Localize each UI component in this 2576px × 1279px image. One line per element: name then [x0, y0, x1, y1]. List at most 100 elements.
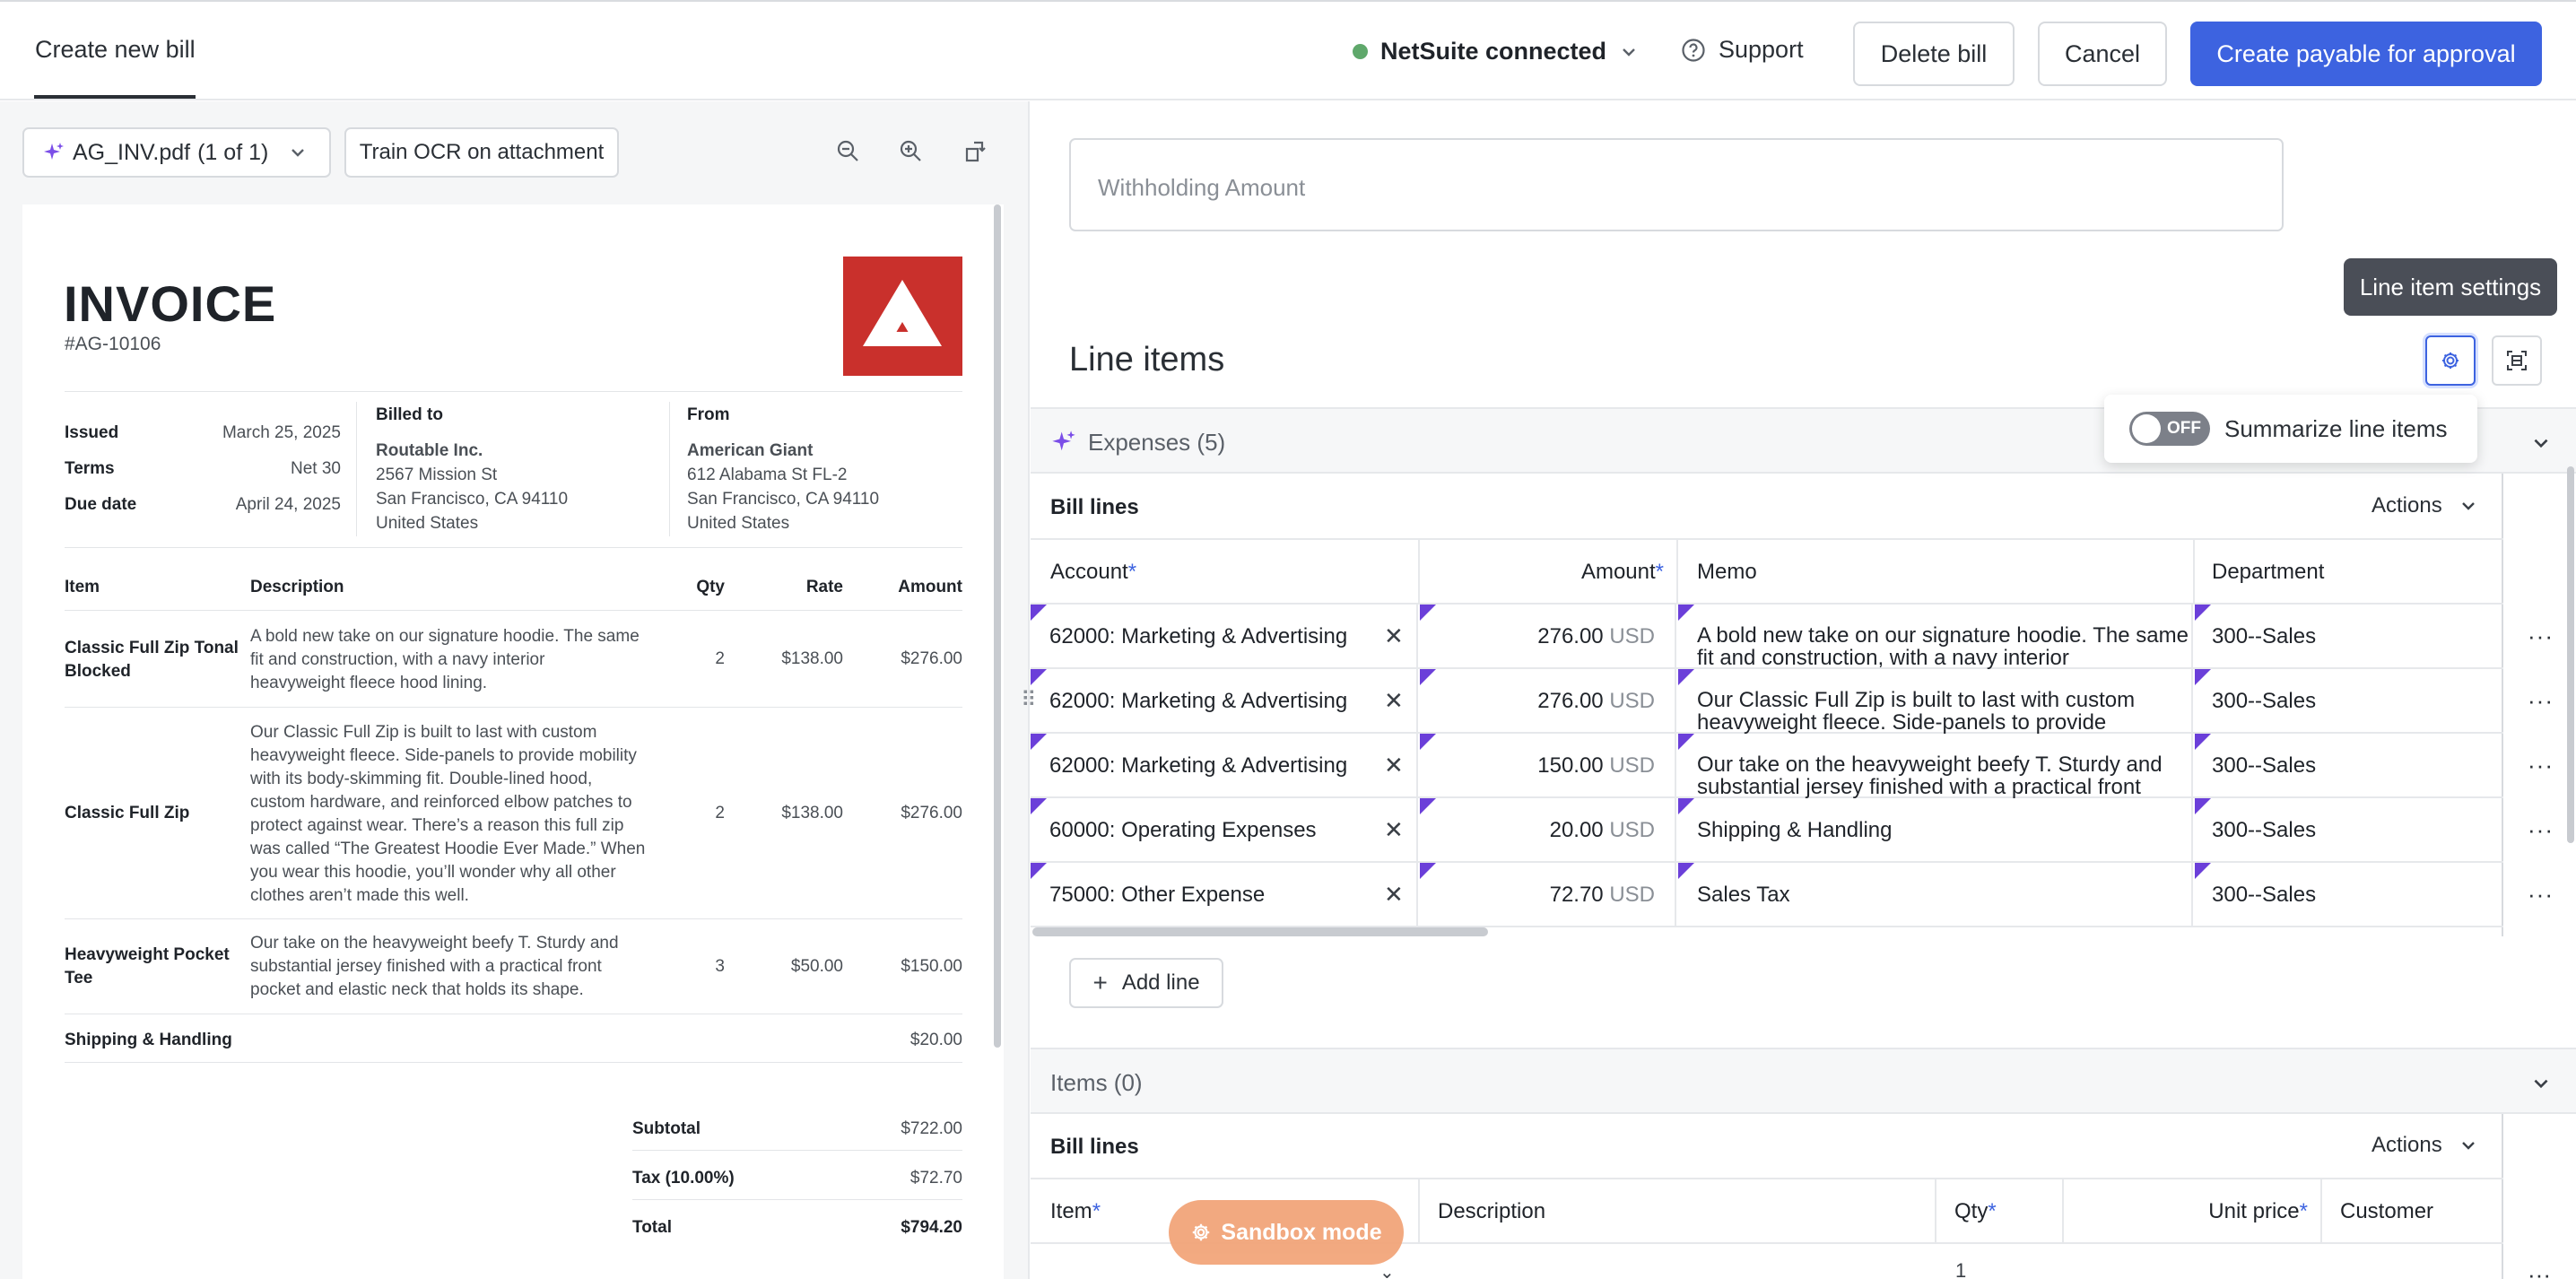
drag-handle-icon[interactable]: ⠿: [1021, 687, 1037, 713]
summarize-popover: OFF Summarize line items: [2104, 395, 2477, 463]
subtotal-value: $722.00: [901, 1119, 962, 1138]
department-cell[interactable]: 300--Sales: [2195, 605, 2503, 669]
amount-cell[interactable]: 276.00 USD: [1420, 669, 1676, 734]
expense-row[interactable]: 62000: Marketing & Advertising ✕ 276.00 U…: [1031, 669, 2503, 734]
account-cell[interactable]: 62000: Marketing & Advertising ✕: [1031, 605, 1418, 669]
zoom-out-icon[interactable]: [835, 138, 862, 165]
rotate-icon[interactable]: [962, 138, 989, 165]
invoice-item-amount: $276.00: [901, 649, 962, 668]
line-item-settings-button[interactable]: [2425, 335, 2476, 386]
shipping-amount: $20.00: [909, 1031, 962, 1049]
ocr-flag: [1678, 798, 1694, 814]
billed-to-label: Billed to: [376, 405, 443, 424]
clear-icon[interactable]: ✕: [1384, 687, 1404, 715]
memo-cell[interactable]: Sales Tax: [1678, 863, 2193, 927]
invoice-item-rate: $138.00: [781, 649, 843, 668]
from-line: 612 Alabama St FL-2: [687, 465, 848, 484]
item-qty-value[interactable]: 1: [1955, 1259, 1966, 1279]
due-date-label: Due date: [65, 495, 137, 514]
department-cell[interactable]: 300--Sales: [2195, 863, 2503, 927]
invoice-item-amount: $276.00: [901, 804, 962, 822]
total-value: $794.20: [901, 1218, 962, 1237]
attachment-file-name: AG_INV.pdf: [73, 139, 191, 165]
amount-cell[interactable]: 20.00 USD: [1420, 798, 1676, 863]
divider: [2320, 1179, 2322, 1244]
invoice-item-description: Our take on the heavyweight beefy T. Stu…: [250, 934, 619, 999]
zoom-in-icon[interactable]: [898, 138, 925, 165]
divider: [632, 1199, 962, 1200]
train-ocr-button[interactable]: Train OCR on attachment: [344, 127, 619, 178]
col-description: Description: [1438, 1199, 1546, 1223]
row-more-icon[interactable]: ···: [2528, 752, 2554, 779]
department-cell[interactable]: 300--Sales: [2195, 798, 2503, 863]
create-payable-button[interactable]: Create payable for approval: [2190, 22, 2542, 86]
terms-value: Net 30: [291, 459, 341, 478]
department-cell[interactable]: 300--Sales: [2195, 669, 2503, 734]
sandbox-mode-badge[interactable]: Sandbox mode: [1169, 1200, 1404, 1265]
clear-icon[interactable]: ✕: [1384, 622, 1404, 650]
expense-row[interactable]: 62000: Marketing & Advertising ✕ 276.00 U…: [1031, 605, 2503, 669]
col-amount: Amount*: [1580, 560, 1664, 584]
tab-create-new-bill[interactable]: Create new bill: [35, 36, 196, 64]
expense-row[interactable]: 60000: Operating Expenses ✕ 20.00 USD Shi…: [1031, 798, 2503, 863]
col-description: Description: [250, 578, 344, 596]
memo-cell[interactable]: Our Classic Full Zip is built to last wi…: [1678, 669, 2193, 734]
account-cell[interactable]: 75000: Other Expense ✕: [1031, 863, 1418, 927]
memo-cell[interactable]: Shipping & Handling: [1678, 798, 2193, 863]
row-more-icon[interactable]: ···: [2528, 1261, 2551, 1279]
ocr-flag: [1678, 734, 1694, 750]
gear-icon: [1193, 1223, 1210, 1241]
amount-cell[interactable]: 150.00 USD: [1420, 734, 1676, 798]
items-section-header[interactable]: Items (0): [1031, 1048, 2576, 1114]
invoice-item-qty: 2: [715, 804, 725, 822]
summarize-toggle[interactable]: OFF: [2129, 412, 2210, 446]
support-link[interactable]: Support: [1681, 36, 1804, 64]
account-cell[interactable]: 62000: Marketing & Advertising ✕: [1031, 734, 1418, 798]
col-account: Account*: [1050, 560, 1137, 584]
items-label: Items (0): [1050, 1069, 1143, 1096]
chevron-down-icon: [2534, 1079, 2548, 1089]
delete-bill-button[interactable]: Delete bill: [1853, 22, 2015, 86]
withholding-amount-input[interactable]: Withholding Amount: [1069, 138, 2284, 231]
scan-line-items-button[interactable]: [2492, 335, 2542, 386]
row-more-icon[interactable]: ···: [2528, 816, 2554, 844]
viewer-scrollbar[interactable]: [994, 204, 1001, 1048]
amount-cell[interactable]: 276.00 USD: [1420, 605, 1676, 669]
amount-cell[interactable]: 72.70 USD: [1420, 863, 1676, 927]
invoice-item-name: Heavyweight Pocket Tee: [65, 945, 230, 988]
expenses-grid-header: Account* Amount* Memo Department: [1031, 540, 2503, 605]
col-department: Department: [2212, 560, 2325, 584]
account-cell[interactable]: 60000: Operating Expenses ✕: [1031, 798, 1418, 863]
attachment-selector[interactable]: AG_INV.pdf (1 of 1): [22, 127, 331, 178]
chevron-down-icon: [1623, 48, 1635, 57]
row-more-icon[interactable]: ···: [2528, 622, 2554, 650]
invoice-item-name: Classic Full Zip: [65, 804, 190, 822]
expense-row[interactable]: 75000: Other Expense ✕ 72.70 USD Sales Ta…: [1031, 863, 2503, 927]
billed-to-line: United States: [376, 514, 479, 533]
attachment-file-count: (1 of 1): [197, 139, 269, 165]
grid-horizontal-scrollbar[interactable]: [1032, 927, 1488, 936]
clear-icon[interactable]: ✕: [1384, 752, 1404, 779]
row-more-icon[interactable]: ···: [2528, 881, 2554, 909]
memo-cell[interactable]: A bold new take on our signature hoodie.…: [1678, 605, 2193, 669]
clear-icon[interactable]: ✕: [1384, 816, 1404, 844]
vendor-logo: [843, 257, 962, 376]
subtotal-label: Subtotal: [632, 1119, 701, 1138]
expense-row[interactable]: 62000: Marketing & Advertising ✕ 150.00 U…: [1031, 734, 2503, 798]
invoice-item-rate: $50.00: [790, 957, 843, 976]
account-cell[interactable]: 62000: Marketing & Advertising ✕: [1031, 669, 1418, 734]
form-scrollbar[interactable]: [2567, 466, 2574, 843]
memo-cell[interactable]: Our take on the heavyweight beefy T. Stu…: [1678, 734, 2193, 798]
cancel-button[interactable]: Cancel: [2038, 22, 2167, 86]
department-cell[interactable]: 300--Sales: [2195, 734, 2503, 798]
toggle-state-label: OFF: [2167, 419, 2201, 438]
chevron-down-icon[interactable]: ⌄: [1379, 1261, 1395, 1279]
add-line-button[interactable]: + Add line: [1069, 958, 1223, 1008]
netsuite-status-dropdown[interactable]: NetSuite connected: [1353, 38, 1639, 65]
add-line-label: Add line: [1121, 970, 1200, 995]
ocr-flag: [1678, 863, 1694, 879]
clear-icon[interactable]: ✕: [1384, 881, 1404, 909]
ocr-flag: [2195, 863, 2211, 879]
col-qty: Qty*: [1954, 1199, 1997, 1223]
row-more-icon[interactable]: ···: [2528, 687, 2554, 715]
